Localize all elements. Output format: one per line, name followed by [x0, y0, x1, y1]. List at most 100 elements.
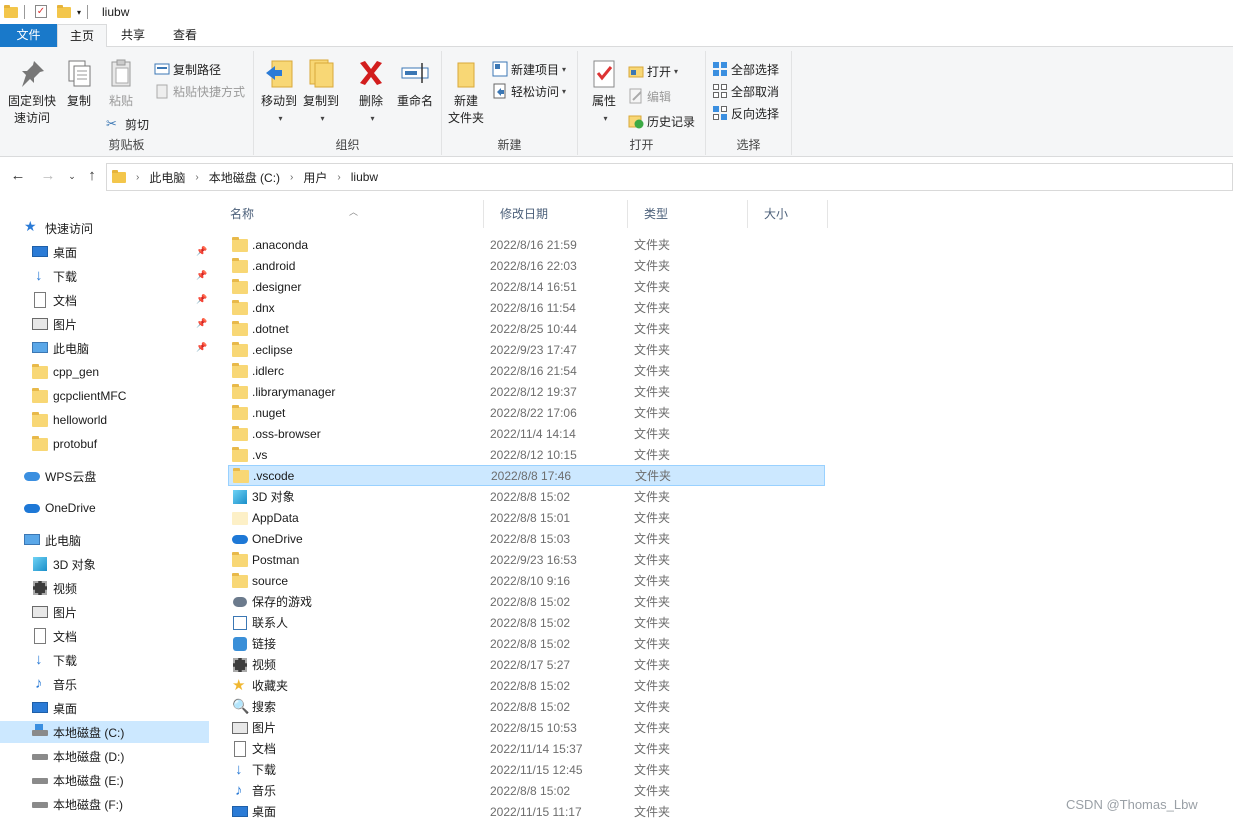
nav-quick-documents[interactable]: 文档: [32, 289, 77, 311]
table-row[interactable]: .vs 2022/8/12 10:15 文件夹: [228, 444, 825, 465]
breadcrumb-local-disk-c[interactable]: 本地磁盘 (C:): [209, 169, 280, 186]
nav-quick-this-pc[interactable]: 此电脑: [32, 337, 89, 359]
open-button[interactable]: 打开 ▾: [628, 61, 678, 81]
column-header-name[interactable]: 名称 ︿: [214, 200, 484, 228]
breadcrumb-users[interactable]: 用户: [303, 169, 327, 186]
select-none-button[interactable]: 全部取消: [712, 81, 779, 101]
nav-quick-protobuf[interactable]: protobuf: [32, 433, 97, 455]
invert-selection-button[interactable]: 反向选择: [712, 103, 779, 123]
nav-pc-local-disk-f[interactable]: 本地磁盘 (F:): [32, 793, 123, 815]
table-row[interactable]: 图片 2022/8/15 10:53 文件夹: [228, 717, 825, 738]
nav-quick-desktop[interactable]: 桌面: [32, 241, 77, 263]
table-row[interactable]: .eclipse 2022/9/23 17:47 文件夹: [228, 339, 825, 360]
table-row[interactable]: source 2022/8/10 9:16 文件夹: [228, 570, 825, 591]
column-header-date[interactable]: 修改日期: [484, 200, 628, 228]
nav-pc-local-disk-c[interactable]: 本地磁盘 (C:): [0, 721, 209, 743]
breadcrumb-this-pc[interactable]: 此电脑: [149, 169, 185, 186]
nav-pc-3d-objects[interactable]: 3D 对象: [32, 553, 96, 575]
nav-quick-downloads[interactable]: ↓ 下载: [32, 265, 77, 287]
table-row[interactable]: 桌面 2022/11/15 11:17 文件夹: [228, 801, 825, 822]
paste-button[interactable]: 粘贴: [104, 57, 138, 110]
pin-icon[interactable]: 📌: [196, 342, 207, 353]
properties-check-icon[interactable]: ✓: [35, 5, 49, 19]
move-to-button[interactable]: 移动到 ▾: [260, 57, 298, 127]
table-row[interactable]: .dotnet 2022/8/25 10:44 文件夹: [228, 318, 825, 339]
table-row[interactable]: .idlerc 2022/8/16 21:54 文件夹: [228, 360, 825, 381]
table-row[interactable]: 联系人 2022/8/8 15:02 文件夹: [228, 612, 825, 633]
table-row[interactable]: 🔍 搜索 2022/8/8 15:02 文件夹: [228, 696, 825, 717]
cut-button[interactable]: ✂ 剪切: [106, 114, 149, 134]
nav-pc-desktop[interactable]: 桌面: [32, 697, 77, 719]
address-bar[interactable]: › 此电脑 › 本地磁盘 (C:) › 用户 › liubw: [106, 163, 1233, 191]
table-row[interactable]: .oss-browser 2022/11/4 14:14 文件夹: [228, 423, 825, 444]
nav-quick-helloworld[interactable]: helloworld: [32, 409, 107, 431]
recent-locations-chevron-icon[interactable]: ⌄: [62, 166, 82, 186]
nav-pc-videos[interactable]: 视频: [32, 577, 77, 599]
breadcrumb-chevron-icon[interactable]: ›: [195, 172, 198, 183]
nav-pc-local-disk-e[interactable]: 本地磁盘 (E:): [32, 769, 124, 791]
new-folder-button[interactable]: 新建 文件夹: [448, 57, 484, 127]
easy-access-button[interactable]: 轻松访问 ▾: [492, 81, 566, 101]
nav-quick-pictures[interactable]: 图片: [32, 313, 77, 335]
nav-pc-music[interactable]: ♪ 音乐: [32, 673, 77, 695]
table-row[interactable]: ♪ 音乐 2022/8/8 15:02 文件夹: [228, 780, 825, 801]
pin-icon[interactable]: 📌: [196, 294, 207, 305]
table-row[interactable]: .designer 2022/8/14 16:51 文件夹: [228, 276, 825, 297]
nav-quick-gcpclientmfc[interactable]: gcpclientMFC: [32, 385, 126, 407]
table-row[interactable]: 文档 2022/11/14 15:37 文件夹: [228, 738, 825, 759]
edit-button[interactable]: 编辑: [628, 86, 671, 106]
new-item-button[interactable]: 新建项目 ▾: [492, 59, 566, 79]
nav-wps-cloud[interactable]: WPS云盘: [24, 465, 96, 487]
table-row[interactable]: .librarymanager 2022/8/12 19:37 文件夹: [228, 381, 825, 402]
copy-path-button[interactable]: 复制路径: [154, 59, 221, 79]
breadcrumb-liubw[interactable]: liubw: [351, 170, 378, 184]
back-arrow-icon[interactable]: ←: [8, 166, 28, 186]
table-row[interactable]: AppData 2022/8/8 15:01 文件夹: [228, 507, 825, 528]
table-row[interactable]: ↓ 下载 2022/11/15 12:45 文件夹: [228, 759, 825, 780]
table-row[interactable]: .nuget 2022/8/22 17:06 文件夹: [228, 402, 825, 423]
select-all-button[interactable]: 全部选择: [712, 59, 779, 79]
nav-pc-local-disk-d[interactable]: 本地磁盘 (D:): [32, 745, 124, 767]
copy-to-button[interactable]: 复制到 ▾: [302, 57, 340, 127]
column-header-type[interactable]: 类型: [628, 200, 748, 228]
new-folder-quick-icon[interactable]: [57, 5, 71, 19]
delete-button[interactable]: 删除 ▾: [354, 57, 388, 127]
pin-to-quick-access-button[interactable]: 固定到快 速访问: [6, 57, 58, 127]
tab-share[interactable]: 共享: [107, 24, 159, 47]
nav-onedrive[interactable]: OneDrive: [24, 497, 96, 519]
nav-pc-pictures[interactable]: 图片: [32, 601, 77, 623]
table-row[interactable]: 3D 对象 2022/8/8 15:02 文件夹: [228, 486, 825, 507]
breadcrumb-chevron-icon[interactable]: ›: [136, 172, 139, 183]
nav-quick-access[interactable]: ★ 快速访问: [24, 217, 93, 239]
table-row[interactable]: Postman 2022/9/23 16:53 文件夹: [228, 549, 825, 570]
table-row[interactable]: .android 2022/8/16 22:03 文件夹: [228, 255, 825, 276]
copy-button[interactable]: 复制: [62, 57, 96, 110]
table-row[interactable]: .dnx 2022/8/16 11:54 文件夹: [228, 297, 825, 318]
tab-file[interactable]: 文件: [0, 24, 57, 47]
breadcrumb-chevron-icon[interactable]: ›: [337, 172, 340, 183]
nav-quick-cpp-gen[interactable]: cpp_gen: [32, 361, 99, 383]
tab-view[interactable]: 查看: [159, 24, 211, 47]
table-row[interactable]: 视频 2022/8/17 5:27 文件夹: [228, 654, 825, 675]
table-row[interactable]: 保存的游戏 2022/8/8 15:02 文件夹: [228, 591, 825, 612]
table-row[interactable]: ★ 收藏夹 2022/8/8 15:02 文件夹: [228, 675, 825, 696]
up-arrow-icon[interactable]: ↑: [82, 166, 102, 186]
tab-home[interactable]: 主页: [57, 24, 108, 48]
history-button[interactable]: 历史记录: [628, 111, 695, 131]
column-header-size[interactable]: 大小: [748, 200, 828, 228]
nav-pc-downloads[interactable]: ↓ 下载: [32, 649, 77, 671]
rename-button[interactable]: 重命名: [394, 57, 436, 110]
breadcrumb-chevron-icon[interactable]: ›: [290, 172, 293, 183]
table-row[interactable]: .anaconda 2022/8/16 21:59 文件夹: [228, 234, 825, 255]
table-row[interactable]: .vscode 2022/8/8 17:46 文件夹: [228, 465, 825, 486]
pin-icon[interactable]: 📌: [196, 246, 207, 257]
nav-this-pc[interactable]: 此电脑: [24, 529, 81, 551]
pin-icon[interactable]: 📌: [196, 318, 207, 329]
table-row[interactable]: OneDrive 2022/8/8 15:03 文件夹: [228, 528, 825, 549]
forward-arrow-icon[interactable]: →: [38, 166, 58, 186]
properties-button[interactable]: 属性 ▾: [588, 57, 620, 127]
table-row[interactable]: 链接 2022/8/8 15:02 文件夹: [228, 633, 825, 654]
pin-icon[interactable]: 📌: [196, 270, 207, 281]
paste-shortcut-button[interactable]: 粘贴快捷方式: [154, 81, 245, 101]
nav-pc-documents[interactable]: 文档: [32, 625, 77, 647]
